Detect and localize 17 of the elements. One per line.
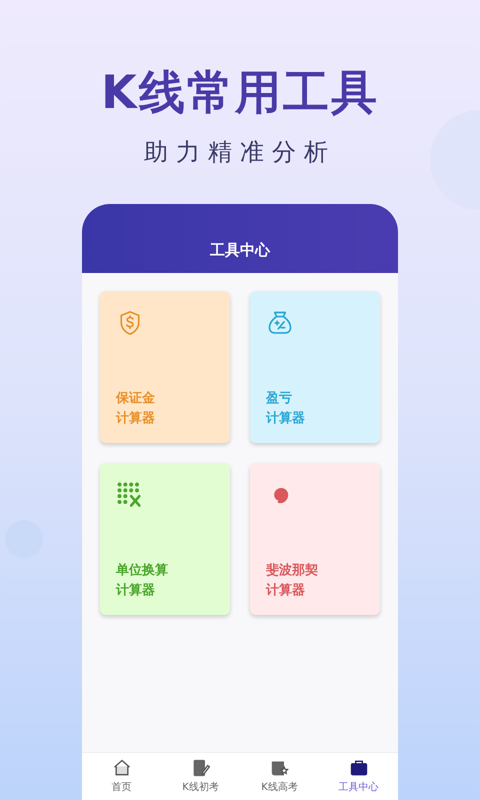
card-subtitle: 计算器 [266,410,305,428]
tagline: 助力精准分析 [144,137,336,168]
card-subtitle: 计算器 [116,582,156,600]
card-subtitle: 计算器 [116,410,155,428]
tab[interactable]: 首页 [82,753,161,800]
headline: K线常用工具 [101,64,379,121]
tool-card[interactable]: 单位换算 计算器 [100,463,230,615]
screen-title: 工具中心 [210,240,270,260]
tool-card[interactable]: 斐波那契 计算器 [250,463,380,615]
tab[interactable]: 工具中心 [319,753,398,800]
card-title: 斐波那契 [266,562,318,580]
tab[interactable]: K线高考 [240,753,319,800]
card-title: 盈亏 [266,390,293,408]
tab[interactable]: K线初考 [161,753,240,800]
card-title: 保证金 [116,390,155,408]
card-title: 单位换算 [116,562,168,580]
card-subtitle: 计算器 [266,582,306,600]
